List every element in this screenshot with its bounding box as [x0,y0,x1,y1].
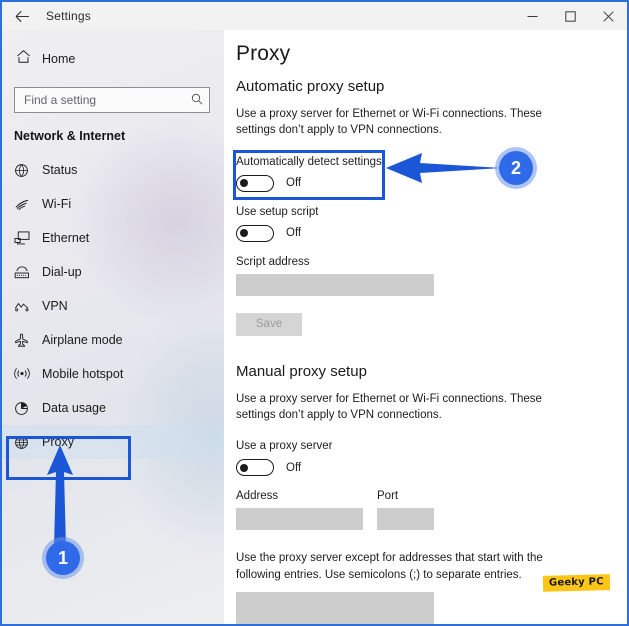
toggle-knob-icon [240,179,248,188]
sidebar-nav-list: Status Wi-Fi Ethernet Dial-up VPN Airplane mo… [2,153,224,459]
sidebar-item-mobile-hotspot[interactable]: Mobile hotspot [2,357,224,391]
callout-arrow-1-icon [47,445,73,547]
automatic-proxy-heading: Automatic proxy setup [236,78,385,95]
use-proxy-server-toggle-row[interactable]: Off [236,459,627,477]
use-setup-script-toggle[interactable] [236,224,274,242]
annotation-badge-1: 1 [46,541,80,575]
hotspot-icon [14,367,42,381]
toggle-knob-icon [240,463,248,472]
sidebar-item-home[interactable]: Home [2,42,224,76]
proxy-globe-icon [14,435,42,450]
sidebar-item-status[interactable]: Status [2,153,224,187]
use-proxy-server-label: Use a proxy server [236,440,333,453]
script-address-input[interactable] [236,273,434,296]
sidebar-item-label: Mobile hotspot [42,367,124,381]
toggle-knob-icon [240,229,248,238]
address-port-row: Address Port [236,490,627,531]
airplane-icon [14,333,42,348]
page-title: Proxy [236,42,291,65]
window-title: Settings [46,9,91,23]
sidebar-item-ethernet[interactable]: Ethernet [2,221,224,255]
use-setup-script-toggle-row[interactable]: Off [236,224,627,242]
exceptions-input[interactable] [236,591,434,624]
main-content: Proxy Automatic proxy setup Use a proxy … [224,30,627,624]
exceptions-description: Use the proxy server except for addresse… [236,552,543,581]
port-input[interactable] [377,508,434,531]
sidebar-item-label: Ethernet [42,231,90,245]
sidebar-item-label: Status [42,163,78,177]
sidebar-item-home-label: Home [42,52,76,66]
use-setup-script-state: Off [286,227,302,240]
sidebar-item-label: Dial-up [42,265,82,279]
home-icon [16,49,42,69]
settings-window: Settings Home Find a setting Network & I… [0,0,629,626]
sidebar-item-label: Wi-Fi [42,197,72,211]
address-field-group: Address [236,490,363,531]
sidebar-category-title: Network & Internet [14,129,126,143]
use-proxy-server-state: Off [286,461,302,474]
sidebar-item-wi-fi[interactable]: Wi-Fi [2,187,224,221]
script-address-label: Script address [236,255,310,268]
auto-detect-state: Off [286,177,302,190]
sidebar-item-data-usage[interactable]: Data usage [2,391,224,425]
ethernet-icon [14,231,42,245]
watermark: Geeky PC [542,574,610,592]
title-bar: Settings [2,2,627,30]
sidebar-item-airplane-mode[interactable]: Airplane mode [2,323,224,357]
sidebar-item-vpn[interactable]: VPN [2,289,224,323]
sidebar-item-label: Airplane mode [42,333,123,347]
sidebar-item-label: VPN [42,299,68,313]
callout-arrow-2-icon [386,153,502,183]
save-button[interactable]: Save [236,312,302,336]
data-usage-icon [14,401,42,416]
use-proxy-server-toggle[interactable] [236,459,274,477]
search-box[interactable] [14,87,210,113]
sidebar-item-dial-up[interactable]: Dial-up [2,255,224,289]
use-setup-script-label: Use setup script [236,205,319,218]
address-input[interactable] [236,508,363,531]
port-label: Port [377,490,399,503]
vpn-icon [14,300,42,313]
dialup-icon [14,265,42,279]
sidebar: Home Network & Internet Status Wi-Fi Ether… [2,30,224,624]
window-controls [513,2,627,30]
address-label: Address [236,490,279,503]
search-input[interactable] [24,93,191,107]
manual-proxy-heading: Manual proxy setup [236,362,367,380]
port-field-group: Port [377,490,434,531]
annotation-badge-2: 2 [499,151,533,185]
manual-proxy-description: Use a proxy server for Ethernet or Wi-Fi… [236,392,542,421]
use-setup-script-setting: Use setup script Off [236,206,627,242]
auto-detect-toggle[interactable] [236,174,274,192]
use-proxy-server-setting: Use a proxy server Off [236,440,627,477]
maximize-icon[interactable] [551,2,589,30]
search-icon [191,93,203,108]
wifi-icon [14,197,42,211]
back-arrow-icon[interactable] [2,2,42,30]
minimize-icon[interactable] [513,2,551,30]
sidebar-item-label: Data usage [42,401,106,415]
status-globe-icon [14,163,42,178]
automatic-proxy-description: Use a proxy server for Ethernet or Wi-Fi… [236,108,542,137]
sidebar-item-proxy[interactable]: Proxy [2,425,224,459]
close-icon[interactable] [589,2,627,30]
